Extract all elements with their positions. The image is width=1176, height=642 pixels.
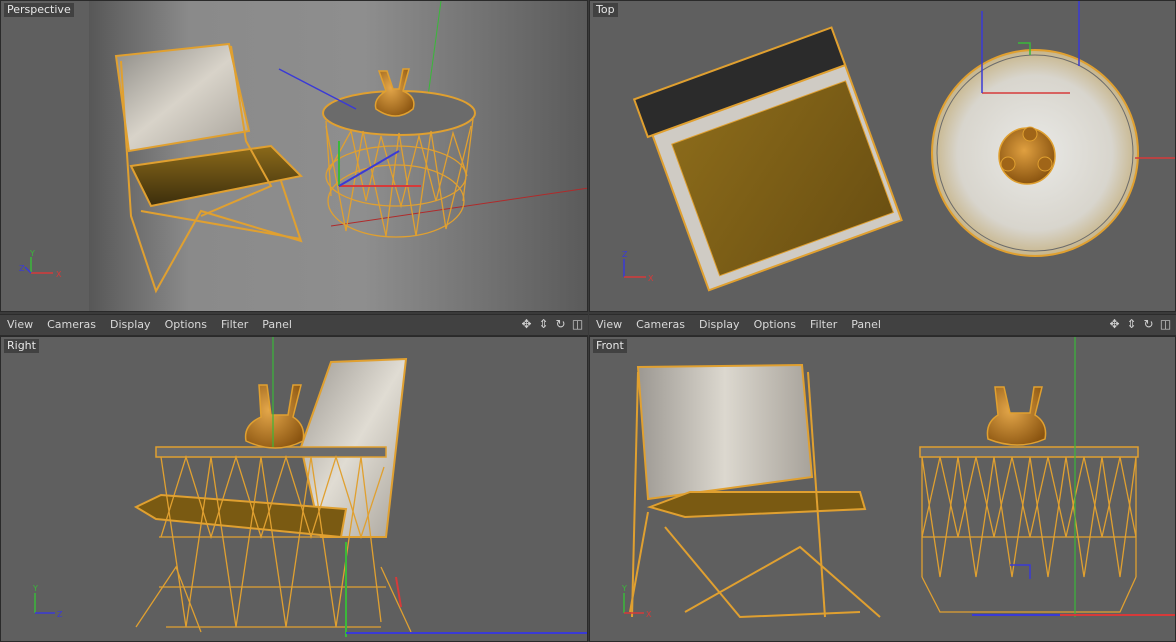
axis-indicator: Y Z	[32, 584, 63, 619]
menu-filter[interactable]: Filter	[214, 315, 255, 335]
svg-text:Z: Z	[57, 610, 63, 619]
menu-cameras[interactable]: Cameras	[40, 315, 103, 335]
pan-icon[interactable]: ⇕	[1125, 316, 1138, 332]
menu-display[interactable]: Display	[692, 315, 747, 335]
right-scene: Y Z	[32, 337, 587, 637]
right-viewport[interactable]: Y Z Right	[0, 336, 588, 642]
viewport-label: Top	[593, 3, 618, 17]
svg-text:Z: Z	[622, 250, 628, 259]
table-basket	[921, 456, 1137, 613]
maximize-icon[interactable]: ◫	[1159, 316, 1172, 332]
front-viewport[interactable]: Y X Front	[589, 336, 1176, 642]
move-icon[interactable]: ✥	[520, 316, 533, 332]
menu-view[interactable]: View	[0, 315, 40, 335]
front-viewport-menubar: View Cameras Display Options Filter Pane…	[589, 314, 1176, 336]
chair-backrest[interactable]	[114, 42, 251, 153]
svg-text:Y: Y	[29, 249, 35, 258]
svg-text:Y: Y	[32, 584, 38, 593]
chair-top[interactable]	[632, 26, 903, 292]
chair-cushion[interactable]	[646, 491, 867, 519]
svg-text:X: X	[56, 270, 62, 279]
svg-text:Z: Z	[19, 264, 25, 273]
chair-backrest[interactable]	[636, 363, 814, 501]
table-top[interactable]	[919, 446, 1139, 458]
move-icon[interactable]: ✥	[1108, 316, 1121, 332]
menu-filter[interactable]: Filter	[803, 315, 844, 335]
menu-options[interactable]: Options	[158, 315, 214, 335]
vase[interactable]	[244, 384, 305, 449]
maximize-icon[interactable]: ◫	[571, 316, 584, 332]
top-scene: Z X	[622, 1, 1175, 292]
menu-options[interactable]: Options	[747, 315, 803, 335]
rotate-icon[interactable]: ↻	[1142, 316, 1155, 332]
pan-icon[interactable]: ⇕	[537, 316, 550, 332]
top-viewport[interactable]: Z X Top	[589, 0, 1176, 312]
menu-cameras[interactable]: Cameras	[629, 315, 692, 335]
menu-panel[interactable]: Panel	[844, 315, 888, 335]
perspective-scene: Y X Z	[19, 1, 587, 311]
rotate-icon[interactable]: ↻	[554, 316, 567, 332]
svg-text:Y: Y	[621, 584, 627, 593]
menu-display[interactable]: Display	[103, 315, 158, 335]
vase[interactable]	[986, 386, 1047, 446]
axis-indicator: Y X Z	[19, 249, 62, 279]
viewport-label: Front	[593, 339, 627, 353]
viewport-label: Perspective	[4, 3, 74, 17]
menu-view[interactable]: View	[589, 315, 629, 335]
axis-indicator: Z X	[622, 250, 654, 283]
perspective-viewport[interactable]: Y X Z Perspective	[0, 0, 588, 312]
svg-text:X: X	[648, 274, 654, 283]
axis-indicator: Y X	[621, 584, 652, 619]
right-viewport-menubar: View Cameras Display Options Filter Pane…	[0, 314, 588, 336]
viewport-label: Right	[4, 339, 39, 353]
svg-text:X: X	[646, 610, 652, 619]
menu-panel[interactable]: Panel	[255, 315, 299, 335]
front-scene: Y X	[621, 337, 1175, 619]
